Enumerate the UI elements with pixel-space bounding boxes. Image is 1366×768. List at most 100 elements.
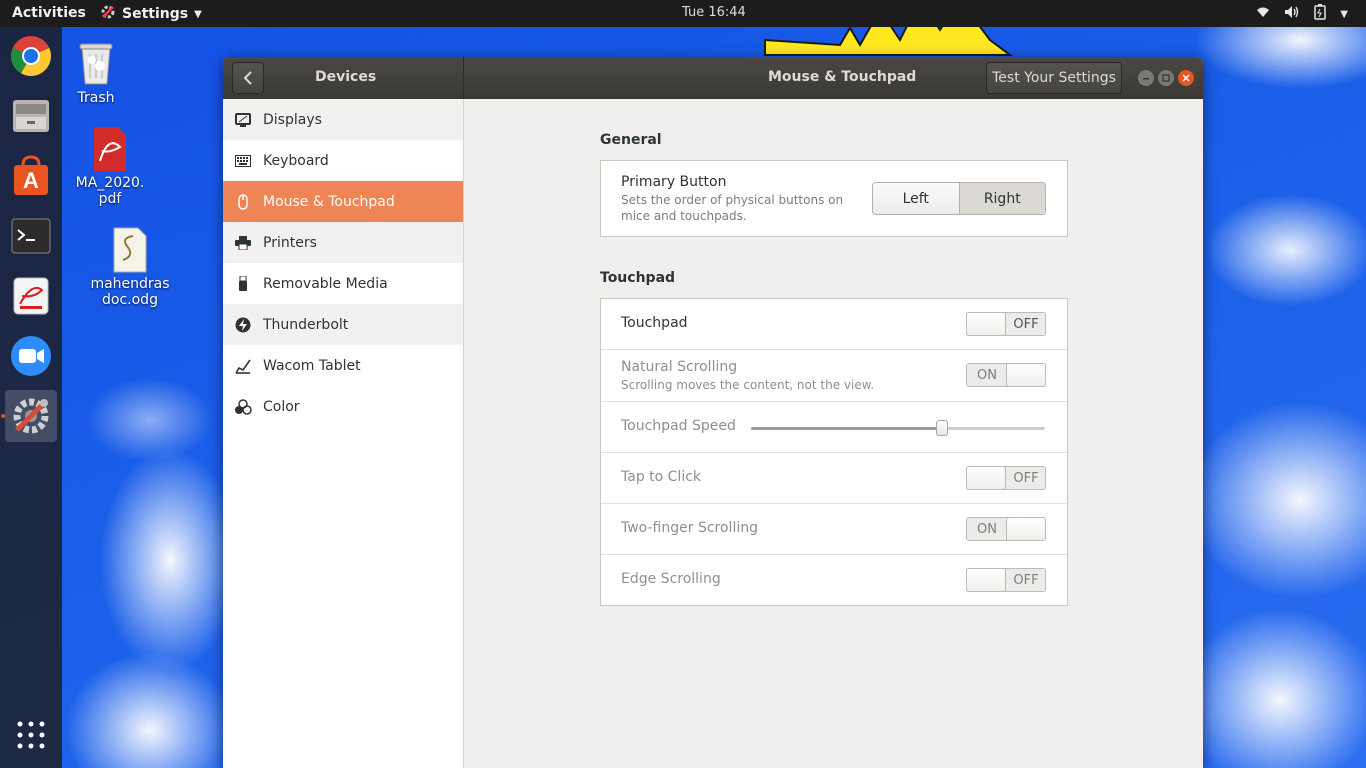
edge-scrolling-label: Edge Scrolling [621, 571, 721, 587]
sidebar-item-keyboard[interactable]: Keyboard [223, 140, 463, 181]
touchpad-speed-row: Touchpad Speed [601, 402, 1067, 453]
sidebar-item-color[interactable]: Color [223, 386, 463, 427]
file-cabinet-icon [13, 100, 49, 132]
desktop-icon-trash[interactable]: Trash [51, 38, 141, 106]
settings-tools-icon [13, 398, 49, 434]
system-indicators[interactable]: ▼ [1256, 4, 1348, 24]
running-indicator [1, 414, 5, 418]
touchpad-speed-label: Touchpad Speed [621, 418, 736, 434]
tap-to-click-row: Tap to Click OFF [601, 453, 1067, 504]
sidebar: Displays Keyboard Mouse & Touchpad Print… [223, 99, 464, 768]
touchpad-label: Touchpad [621, 315, 688, 331]
keyboard-icon [223, 154, 263, 167]
document-viewer-icon [13, 277, 49, 315]
chrome-icon [11, 36, 51, 76]
terminal-launcher[interactable] [5, 210, 57, 262]
pdf-file-icon [90, 125, 130, 173]
switch-state: ON [977, 522, 997, 537]
natural-scrolling-description: Scrolling moves the content, not the vie… [621, 378, 875, 392]
settings-launcher[interactable] [5, 390, 57, 442]
sidebar-item-displays[interactable]: Displays [223, 99, 463, 140]
sidebar-item-removable-media[interactable]: Removable Media [223, 263, 463, 304]
thunderbolt-icon [223, 317, 263, 333]
app-menu[interactable]: Settings ▼ [100, 4, 202, 24]
settings-app-icon [100, 4, 116, 24]
primary-button-description: Sets the order of physical buttons on mi… [621, 193, 844, 223]
zoom-icon [11, 336, 51, 376]
sidebar-item-mouse-touchpad[interactable]: Mouse & Touchpad [223, 181, 463, 222]
sidebar-item-thunderbolt[interactable]: Thunderbolt [223, 304, 463, 345]
chrome-launcher[interactable] [5, 30, 57, 82]
desktop-icon-odg[interactable]: mahendras doc.odg [85, 226, 175, 308]
tablet-icon [223, 358, 263, 374]
sidebar-item-label: Color [263, 398, 300, 415]
document-viewer-launcher[interactable] [5, 270, 57, 322]
maximize-button[interactable] [1158, 70, 1174, 86]
trash-icon [76, 38, 116, 88]
app-grid-icon [17, 721, 45, 749]
touchpad-switch[interactable]: OFF [966, 312, 1046, 336]
sidebar-item-label: Thunderbolt [263, 316, 349, 333]
maximize-icon [1162, 74, 1170, 82]
volume-icon [1284, 5, 1300, 23]
wifi-icon [1256, 5, 1270, 23]
two-finger-scrolling-switch[interactable]: ON [966, 517, 1046, 541]
desktop-icon-pdf[interactable]: MA_2020. pdf [65, 125, 155, 207]
display-icon [223, 112, 263, 127]
mouse-icon [223, 193, 263, 210]
printer-icon [223, 235, 263, 250]
sidebar-item-label: Keyboard [263, 152, 329, 169]
software-launcher[interactable]: A [5, 150, 57, 202]
switch-knob [1006, 517, 1046, 541]
close-button[interactable] [1178, 70, 1194, 86]
close-icon [1182, 74, 1190, 82]
edge-scrolling-row: Edge Scrolling OFF [601, 555, 1067, 606]
slider-handle[interactable] [936, 420, 949, 436]
sidebar-item-label: Printers [263, 234, 317, 251]
drawing-file-icon [111, 226, 149, 274]
tap-to-click-switch[interactable]: OFF [966, 466, 1046, 490]
back-button[interactable] [232, 62, 264, 94]
sidebar-item-printers[interactable]: Printers [223, 222, 463, 263]
color-icon [223, 398, 263, 415]
chevron-left-icon [243, 71, 252, 85]
touchpad-frame: Touchpad OFF Natural Scrolling Scrolling… [600, 298, 1068, 606]
app-menu-label: Settings [122, 6, 189, 22]
test-settings-button[interactable]: Test Your Settings [986, 62, 1122, 94]
sidebar-item-label: Displays [263, 111, 322, 128]
desktop-icon-label: MA_2020. pdf [75, 175, 145, 207]
primary-left-option[interactable]: Left [873, 183, 960, 214]
panel-title: Devices [315, 69, 377, 85]
sidebar-item-label: Mouse & Touchpad [263, 193, 395, 210]
natural-scrolling-switch[interactable]: ON [966, 363, 1046, 387]
top-bar: Activities Settings ▼ Tue 16:44 ▼ [0, 0, 1366, 27]
zoom-launcher[interactable] [5, 330, 57, 382]
activities-button[interactable]: Activities [12, 5, 86, 21]
files-launcher[interactable] [5, 90, 57, 142]
clock[interactable]: Tue 16:44 [682, 5, 746, 20]
system-menu-caret-icon: ▼ [1340, 8, 1348, 20]
svg-text:A: A [23, 168, 39, 193]
two-finger-scrolling-label: Two-finger Scrolling [621, 520, 758, 536]
sidebar-item-wacom-tablet[interactable]: Wacom Tablet [223, 345, 463, 386]
primary-right-option[interactable]: Right [959, 183, 1045, 214]
minimize-icon [1143, 78, 1149, 80]
minimize-button[interactable] [1138, 70, 1154, 86]
natural-scrolling-label: Natural Scrolling [621, 359, 738, 375]
battery-icon [1314, 4, 1327, 24]
switch-state: ON [977, 368, 997, 383]
touchpad-speed-slider[interactable] [751, 420, 1045, 436]
show-applications-button[interactable] [5, 709, 57, 761]
section-heading-touchpad: Touchpad [600, 270, 676, 286]
sidebar-item-label: Removable Media [263, 275, 388, 292]
edge-scrolling-switch[interactable]: OFF [966, 568, 1046, 592]
window-title: Mouse & Touchpad [768, 69, 917, 85]
switch-state: OFF [1013, 317, 1039, 332]
shopping-bag-icon: A [14, 155, 48, 195]
dock: A [0, 27, 62, 768]
caret-down-icon: ▼ [194, 8, 202, 20]
desktop-icon-label: Trash [77, 90, 115, 106]
desktop-icon-label: mahendras doc.odg [90, 276, 170, 308]
primary-button-selector[interactable]: Left Right [872, 182, 1046, 215]
general-frame: Primary Button Sets the order of physica… [600, 160, 1068, 237]
